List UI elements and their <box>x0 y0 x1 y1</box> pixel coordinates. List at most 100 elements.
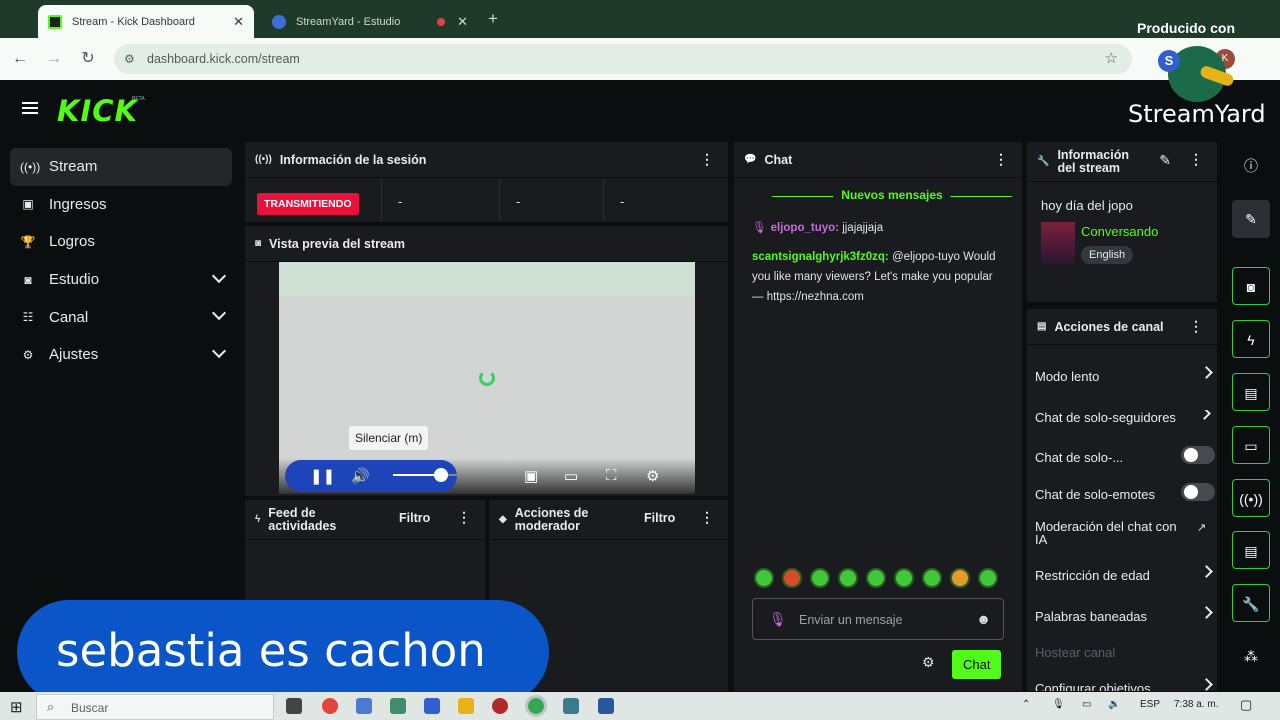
tab-kick-dashboard[interactable]: Stream - Kick Dashboard ✕ <box>38 5 254 38</box>
emote-icon[interactable] <box>810 568 830 588</box>
session-stats: TRANSMITIENDO - - - <box>245 179 728 223</box>
notifications-icon[interactable]: ▢ <box>1240 697 1252 713</box>
emote-icon[interactable] <box>950 568 970 588</box>
emote-icon[interactable] <box>922 568 942 588</box>
emote-icon[interactable] <box>754 568 774 588</box>
sidebar-item-ajustes[interactable]: ⚙ Ajustes <box>10 336 232 374</box>
forward-arrow-icon[interactable]: → <box>42 47 66 71</box>
sidebar-item-ingresos[interactable]: ▣ Ingresos <box>10 186 232 224</box>
app-icon[interactable] <box>492 698 508 714</box>
toggle-switch[interactable] <box>1181 446 1215 464</box>
emote-row <box>754 568 998 588</box>
video-player[interactable]: Silenciar (m) ❚❚ 🔊 ▣ ▭ ⛶ ⚙ <box>279 262 695 494</box>
stream-category[interactable]: Conversando <box>1081 224 1158 239</box>
close-tab-icon[interactable]: ✕ <box>233 14 244 30</box>
theater-mode-icon[interactable]: ▭ <box>564 467 578 485</box>
site-settings-icon[interactable]: ⚙ <box>124 44 135 74</box>
app-icon[interactable] <box>563 698 579 714</box>
language-indicator[interactable]: ESP <box>1140 699 1160 710</box>
more-options-icon[interactable]: ⋮ <box>700 510 714 524</box>
action-slow-mode[interactable]: Modo lento <box>1035 366 1213 384</box>
toggle-switch[interactable] <box>1181 483 1215 501</box>
chat-username[interactable]: scantsignalghyrjk3fz0zq: <box>752 251 889 263</box>
tab-streamyard[interactable]: StreamYard - Estudio ✕ <box>262 5 478 38</box>
emote-icon[interactable] <box>838 568 858 588</box>
opera-icon[interactable] <box>322 698 338 714</box>
panel-header: ◆ Acciones de moderador <box>489 500 728 540</box>
menu-icon[interactable] <box>22 102 38 114</box>
action-ai-chat-moderation[interactable]: Moderación del chat con IA ↗ <box>1035 520 1206 546</box>
sidebar-item-canal[interactable]: ☷ Canal <box>10 298 232 336</box>
pause-icon[interactable]: ❚❚ <box>310 467 335 485</box>
url-text: dashboard.kick.com/stream <box>147 52 300 66</box>
chevron-up-icon[interactable]: ⌃ <box>1022 699 1030 710</box>
windows-start-icon[interactable]: ⊞ <box>10 698 23 716</box>
info-icon[interactable]: ⓘ <box>1232 147 1270 185</box>
wrench-icon[interactable]: 🔧 <box>1232 584 1270 622</box>
emote-icon[interactable] <box>894 568 914 588</box>
more-options-icon[interactable]: ⋮ <box>457 510 471 524</box>
reload-icon[interactable]: ↻ <box>76 47 100 71</box>
layout-icon[interactable]: ⁂ <box>1232 637 1270 675</box>
app-icon[interactable] <box>424 698 440 714</box>
emote-icon[interactable] <box>782 568 802 588</box>
chat-username[interactable]: eljopo_tuyo: <box>771 222 839 234</box>
chat-bubble-icon[interactable]: ▭ <box>1232 426 1270 464</box>
task-view-icon[interactable] <box>286 698 302 714</box>
broadcast-icon[interactable]: ((•)) <box>1232 479 1270 517</box>
chat-settings-gear-icon[interactable]: ⚙ <box>922 654 935 671</box>
action-banned-words[interactable]: Palabras baneadas <box>1035 606 1213 624</box>
chrome-icon[interactable] <box>525 695 547 717</box>
more-options-icon[interactable]: ⋮ <box>1189 152 1203 166</box>
settings-gear-icon[interactable]: ⚙ <box>646 467 659 485</box>
document-icon[interactable]: ▤ <box>1232 373 1270 411</box>
volume-slider-knob[interactable] <box>434 468 448 482</box>
action-age-restriction[interactable]: Restricción de edad <box>1035 565 1213 583</box>
sidebar-item-stream[interactable]: ((•)) Stream <box>10 148 232 186</box>
emoji-picker-icon[interactable]: ☻ <box>976 611 991 627</box>
edit-pencil-icon[interactable]: ✎ <box>1159 152 1171 169</box>
lightning-icon[interactable]: ϟ <box>1232 320 1270 358</box>
app-icon[interactable] <box>390 698 406 714</box>
file-explorer-icon[interactable] <box>458 698 474 714</box>
action-emotes-only-chat[interactable]: Chat de solo-emotes <box>1035 483 1215 502</box>
microphone-icon[interactable]: 🎙 <box>1052 699 1065 710</box>
filter-button[interactable]: Filtro <box>644 511 675 525</box>
taskbar-search[interactable]: ⌕ Buscar <box>36 694 274 720</box>
more-options-icon[interactable]: ⋮ <box>994 152 1008 166</box>
wrench-icon: 🔧 <box>1037 156 1050 167</box>
action-subscribers-only-chat[interactable]: Chat de solo-... <box>1035 446 1215 465</box>
edit-pencil-icon[interactable]: ✎ <box>1232 200 1270 238</box>
panel-header: ϟ Feed de actividades <box>245 500 485 540</box>
action-configure-goals[interactable]: Configurar objetivos <box>1035 678 1213 691</box>
sidebar-item-logros[interactable]: 🏆 Logros <box>10 223 232 261</box>
channel-actions-icon[interactable]: ▤ <box>1232 531 1270 569</box>
more-options-icon[interactable]: ⋮ <box>1189 319 1203 333</box>
url-field[interactable]: ⚙ dashboard.kick.com/stream ☆ <box>114 44 1132 74</box>
send-chat-button[interactable]: Chat <box>952 650 1002 679</box>
taskbar-clock[interactable]: 7:38 a. m. <box>1174 699 1218 710</box>
volume-slider[interactable] <box>393 468 489 482</box>
bookmark-star-icon[interactable]: ☆ <box>1105 44 1118 74</box>
volume-icon[interactable]: 🔊 <box>351 467 370 485</box>
picture-in-picture-icon[interactable]: ▣ <box>524 467 538 485</box>
back-arrow-icon[interactable]: ← <box>8 47 32 71</box>
battery-icon[interactable]: ▭ <box>1082 699 1091 710</box>
player-controls: ❚❚ 🔊 ▣ ▭ ⛶ ⚙ <box>279 458 695 494</box>
filter-button[interactable]: Filtro <box>399 511 430 525</box>
speaker-icon[interactable]: 🔉 <box>1108 699 1120 710</box>
word-icon[interactable] <box>598 698 614 714</box>
action-followers-only-chat[interactable]: Chat de solo-seguidores <box>1035 410 1211 425</box>
app-icon[interactable] <box>356 698 372 714</box>
close-tab-icon[interactable]: ✕ <box>457 14 468 30</box>
emote-icon[interactable] <box>866 568 886 588</box>
chat-message-input[interactable]: 🎙 Enviar un mensaje ☻ <box>752 598 1004 640</box>
new-tab-button[interactable]: + <box>488 9 498 29</box>
studio-icon[interactable]: ◙ <box>1232 267 1270 305</box>
chat-panel: 💬 Chat ⋮ Nuevos mensajes 🎙 eljopo_tuyo: j… <box>733 141 1023 692</box>
emote-icon[interactable] <box>978 568 998 588</box>
kick-logo[interactable]: KICK <box>57 94 138 128</box>
more-options-icon[interactable]: ⋮ <box>700 152 714 166</box>
sidebar-item-estudio[interactable]: ◙ Estudio <box>10 261 232 299</box>
fullscreen-icon[interactable]: ⛶ <box>606 467 617 484</box>
